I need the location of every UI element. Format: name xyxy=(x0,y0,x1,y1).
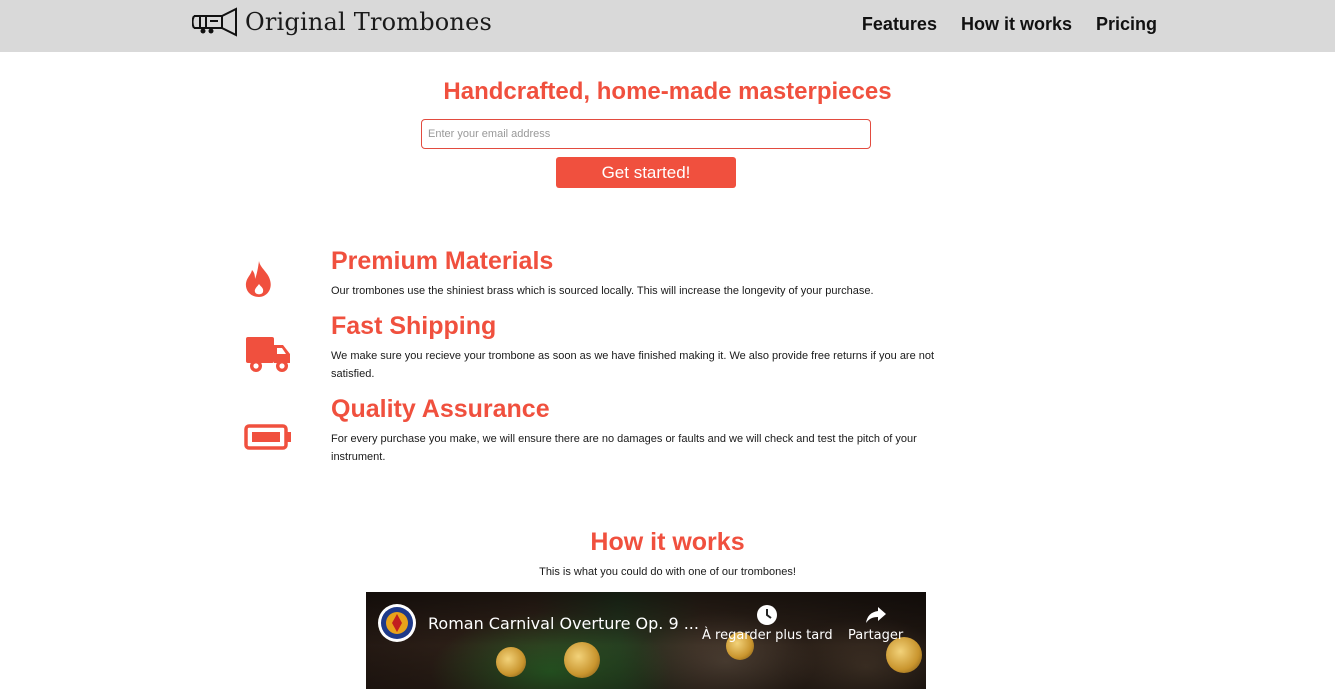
feature-title-fast-shipping: Fast Shipping xyxy=(331,312,497,340)
email-input[interactable] xyxy=(421,119,871,149)
video-player[interactable]: Roman Carnival Overture Op. 9 ... À rega… xyxy=(366,592,926,689)
nav-link-pricing[interactable]: Pricing xyxy=(1096,13,1157,35)
watch-later-button[interactable]: À regarder plus tard xyxy=(702,604,833,643)
trombone-bell-image xyxy=(564,642,600,678)
channel-avatar[interactable] xyxy=(378,604,416,642)
trombone-bell-image xyxy=(496,647,526,677)
battery-icon xyxy=(244,413,292,461)
brand-name: Original Trombones xyxy=(245,8,493,36)
share-arrow-icon xyxy=(865,607,886,623)
hero-title: Handcrafted, home-made masterpieces xyxy=(443,78,892,105)
clock-icon xyxy=(757,605,778,625)
brand-logo[interactable]: Original Trombones xyxy=(192,6,492,38)
feature-title-premium-materials: Premium Materials xyxy=(331,247,554,275)
nav-link-how-it-works[interactable]: How it works xyxy=(961,13,1072,35)
channel-emblem-icon xyxy=(381,607,413,639)
feature-title-quality-assurance: Quality Assurance xyxy=(331,395,550,423)
feature-description-quality-assurance: For every purchase you make, we will ens… xyxy=(331,433,917,463)
trombone-logo-icon xyxy=(192,7,237,37)
video-title[interactable]: Roman Carnival Overture Op. 9 ... xyxy=(428,614,699,633)
site-header: Original Trombones Features How it works… xyxy=(0,0,1335,52)
nav-link-features[interactable]: Features xyxy=(862,13,937,35)
get-started-button[interactable]: Get started! xyxy=(556,157,736,188)
share-label: Partager xyxy=(848,628,904,643)
feature-description-premium-materials: Our trombones use the shiniest brass whi… xyxy=(331,285,874,297)
share-button[interactable]: Partager xyxy=(848,604,903,643)
how-it-works-title: How it works xyxy=(590,528,745,556)
truck-icon xyxy=(244,330,292,378)
main-nav: Features How it works Pricing xyxy=(838,13,1157,35)
watch-later-label: À regarder plus tard xyxy=(702,628,833,643)
feature-description-fast-shipping: We make sure you recieve your trombone a… xyxy=(331,350,935,380)
how-it-works-subtitle: This is what you could do with one of ou… xyxy=(539,566,796,578)
fire-icon xyxy=(235,255,283,303)
video-thumbnail xyxy=(366,592,926,689)
